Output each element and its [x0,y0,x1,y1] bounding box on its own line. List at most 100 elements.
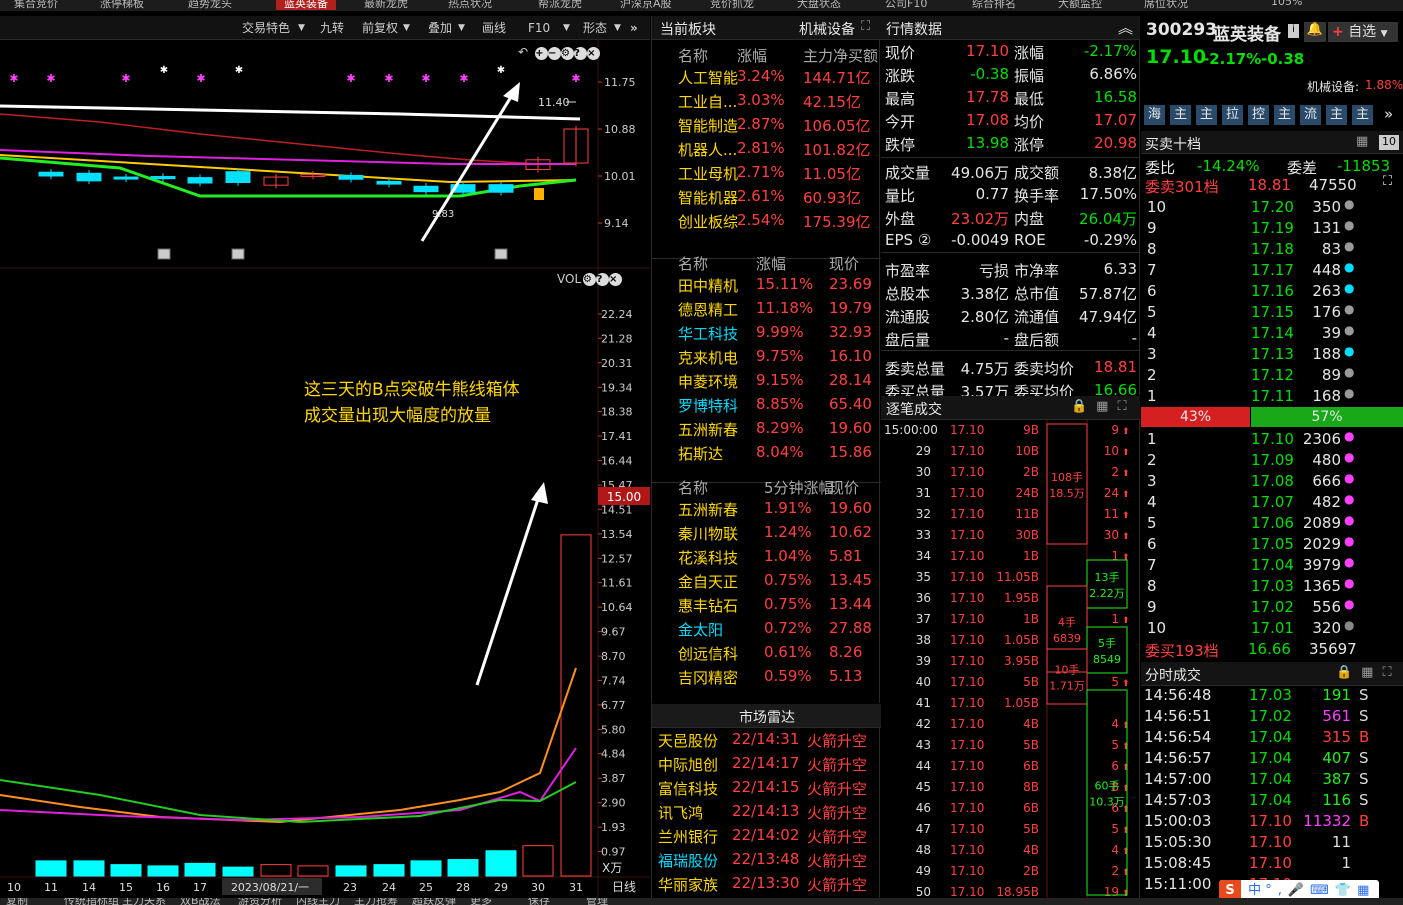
indicator-chip[interactable]: 海 [1144,105,1165,125]
more-icon[interactable]: » [630,19,638,37]
kline-chart[interactable]: 11.75 10.88 10.01 9.14 11.40 9.83 ✱ ✱ ✱ ✱ ✱ ✱ ✱ ✱ ✱ ✱ ✱ ✱… [0,40,650,898]
bid-level: 3 [1147,472,1157,490]
table-cell[interactable]: 申菱环境 [678,371,738,392]
sector-current[interactable]: 机械设备 [799,19,855,39]
top-tab[interactable]: 公司F10 [885,0,927,10]
table-cell[interactable]: 五洲新春 [678,419,738,440]
bottom-tab[interactable]: 管理 [586,898,608,905]
tick-time: 42 [916,717,931,731]
top-tab[interactable]: 热点状况 [448,0,492,10]
indicator-chip[interactable]: 主 [1274,105,1295,125]
book-depth-badge[interactable]: 10 [1379,135,1399,150]
indicator-chip[interactable]: 控 [1248,105,1269,125]
bottom-tab[interactable]: 保存 [528,898,550,905]
expand-icon[interactable]: ⛶ [1383,174,1392,189]
toolbar-pattern[interactable]: 形态 [583,19,607,37]
table-cell[interactable]: 花溪科技 [678,547,738,568]
top-tab[interactable]: 大额监控 [1058,0,1102,10]
table-cell[interactable]: 拓斯达 [678,443,723,464]
top-tab[interactable]: 105% [1271,0,1302,10]
table-cell[interactable]: 工业自... [678,91,737,112]
watchlist-button[interactable]: + 自选 ▼ [1328,22,1398,42]
top-tab[interactable]: 蓝英装备 [276,0,336,10]
top-tab[interactable]: 竞价抓龙 [710,0,754,10]
table-cell[interactable]: 机器人... [678,139,737,160]
tick-volume: 10B [1015,444,1039,458]
indicator-chip[interactable]: 主 [1196,105,1217,125]
table-cell[interactable]: 克来机电 [678,347,738,368]
toolbar-nine-turn[interactable]: 九转 [320,19,344,37]
table-cell[interactable]: 秦川物联 [678,523,738,544]
fenshi-panel-icons[interactable]: 🔒▦⛶ [1336,665,1401,680]
toolbar-trade-features[interactable]: 交易特色 [242,19,290,37]
table-cell[interactable]: 工业母机 [678,163,738,184]
toolbar-draw[interactable]: 画线 [482,19,506,37]
table-cell[interactable]: 智能机器 [678,187,738,208]
table-cell[interactable]: 创远信科 [678,643,738,664]
table-cell[interactable]: 五洲新春 [678,499,738,520]
table-cell[interactable]: 人工智能 [678,67,738,88]
top-tab[interactable]: 大盘状态 [797,0,841,10]
toolbar-overlay[interactable]: 叠加 [428,19,452,37]
top-tab[interactable]: 涨停梯板 [100,0,144,10]
bottom-tab[interactable]: 主力关系 [122,898,166,905]
chart-panel-buttons[interactable]: ↶+−⚙?× [518,45,601,60]
bottom-tab[interactable]: 复制 [6,898,28,905]
table-cell[interactable]: 华丽家族 [658,874,718,895]
indicator-chip[interactable]: 主 [1170,105,1191,125]
indicator-chip[interactable]: 流 [1300,105,1321,125]
collapse-icon[interactable]: » [1384,105,1393,123]
collapse-icon[interactable]: ︽ [1118,17,1133,38]
table-cell[interactable]: 华工科技 [678,323,738,344]
table-cell[interactable]: 德恩精工 [678,299,738,320]
info-icon[interactable]: i [1288,24,1299,38]
table-cell[interactable]: 罗博特科 [678,395,738,416]
top-tab[interactable]: 趋势龙头 [188,0,232,10]
table-cell[interactable]: 田中精机 [678,275,738,296]
indicator-chip[interactable]: 主 [1352,105,1373,125]
bell-icon[interactable]: 🔔 [1304,22,1326,42]
table-cell[interactable]: 天邑股份 [658,730,718,751]
table-cell[interactable]: 金太阳 [678,619,723,640]
table-cell[interactable]: 智能制造 [678,115,738,136]
bottom-tab[interactable]: 内线主力 [296,898,340,905]
tick-price: 17.10 [950,486,984,500]
top-tab[interactable]: 集合竞价 [14,0,58,10]
quote-label: ROE [1014,231,1046,249]
vol-panel-buttons[interactable]: ⚙?× [583,271,622,286]
table-cell[interactable]: 金自天正 [678,571,738,592]
table-cell[interactable]: 福瑞股份 [658,850,718,871]
table-cell[interactable]: 兰州银行 [658,826,718,847]
toolbar-fq[interactable]: 前复权 [362,19,398,37]
bid-head-label: 委买193档 [1145,642,1219,660]
ask-level: 9 [1147,219,1157,237]
indicator-chip[interactable]: 拉 [1222,105,1243,125]
bottom-tab[interactable]: 更多 [470,898,492,905]
top-tab[interactable]: 最新龙虎 [364,0,408,10]
tick-group-amount: 10.3万 [1089,796,1125,809]
bottom-tab[interactable]: 传统指标组 [64,898,119,905]
top-tab[interactable]: 席位状况 [1144,0,1188,10]
vol-tick: 22.24 [601,308,633,321]
expand-icon[interactable]: ⛶ [861,19,870,34]
table-cell[interactable]: 创业板综 [678,211,738,232]
arrow-up-icon: ⬆ [1122,511,1130,521]
tick-panel-icons[interactable]: 🔒▦⛶ [1071,399,1136,414]
top-tab[interactable]: 综合排名 [972,0,1016,10]
bottom-tab[interactable]: 游资分析 [238,898,282,905]
bottom-tab[interactable]: 主力抢筹 [354,898,398,905]
table-cell[interactable]: 中际旭创 [658,754,718,775]
table-cell[interactable]: 惠丰钻石 [678,595,738,616]
table-cell[interactable]: 吉冈精密 [678,667,738,688]
top-tab[interactable]: 帮派龙虎 [538,0,582,10]
table-cell[interactable]: 富信科技 [658,778,718,799]
indicator-chip[interactable]: 主 [1326,105,1347,125]
table-cell[interactable]: 讯飞鸿 [658,802,703,823]
top-tab[interactable]: 沪深京A股 [620,0,672,10]
bottom-tab[interactable]: 双B战法 [180,898,221,905]
quote-label: 市盈率 [885,262,931,280]
grid-icon[interactable]: ▦ [1356,134,1368,149]
toolbar-f10[interactable]: F10 [528,19,550,37]
level-dot: ● [1344,365,1355,379]
bottom-tab[interactable]: 超跌反弹 [412,898,456,905]
